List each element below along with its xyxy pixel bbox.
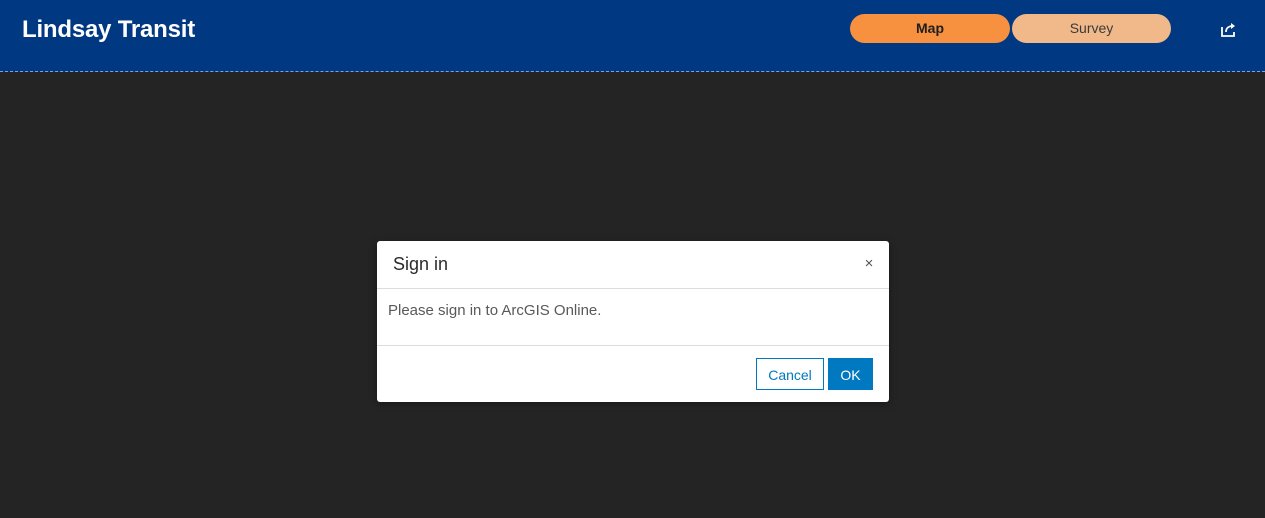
dialog-header: Sign in × [377, 241, 889, 289]
dialog-title: Sign in [393, 254, 449, 274]
share-icon [1221, 23, 1235, 37]
dialog-body: Please sign in to ArcGIS Online. [377, 289, 889, 346]
app-title: Lindsay Transit [22, 16, 196, 43]
nav-tab-map[interactable]: Map [850, 14, 1010, 43]
ok-button[interactable]: OK [828, 358, 873, 390]
dialog-message: Please sign in to ArcGIS Online. [388, 302, 602, 319]
nav-tab-survey[interactable]: Survey [1012, 14, 1171, 43]
sign-in-dialog: Sign in × Please sign in to ArcGIS Onlin… [377, 241, 889, 402]
close-icon[interactable]: × [861, 255, 877, 273]
app-header: Lindsay Transit Map Survey [0, 0, 1265, 72]
share-button[interactable] [1219, 20, 1239, 40]
cancel-button[interactable]: Cancel [756, 358, 824, 390]
